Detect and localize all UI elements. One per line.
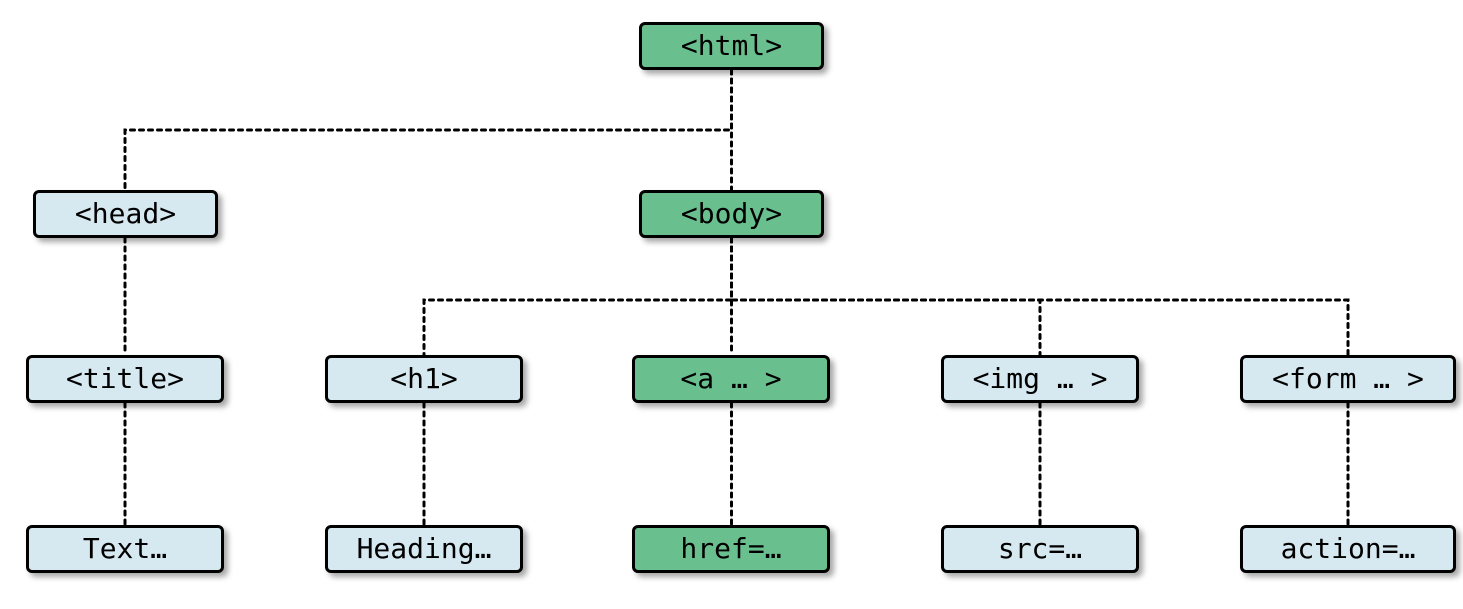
node-body: <body> (639, 190, 824, 238)
node-href: href=… (632, 525, 830, 573)
edge-body-img (732, 238, 1041, 355)
node-title: <title> (26, 355, 224, 403)
node-a: <a … > (632, 355, 830, 403)
node-img: <img … > (941, 355, 1139, 403)
node-src: src=… (941, 525, 1139, 573)
node-h1: <h1> (325, 355, 523, 403)
node-form: <form … > (1240, 355, 1456, 403)
tree-edges (0, 0, 1463, 609)
edge-body-h1 (424, 238, 732, 355)
node-text: Text… (26, 525, 224, 573)
edge-html-head (125, 70, 732, 190)
node-html: <html> (639, 22, 824, 70)
node-action: action=… (1240, 525, 1456, 573)
node-head: <head> (33, 190, 218, 238)
node-heading: Heading… (325, 525, 523, 573)
